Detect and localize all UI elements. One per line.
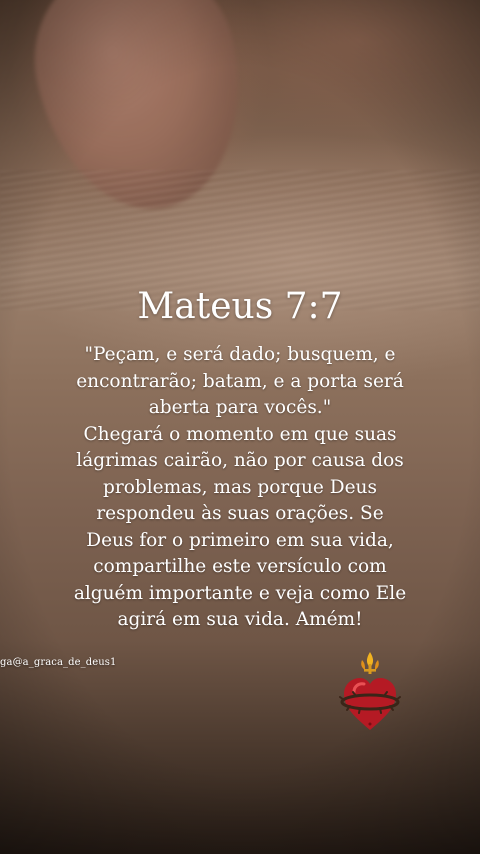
verse-body: "Peçam, e será dado; busquem, e encontra… — [70, 342, 410, 634]
verse-message: Chegará o momento em que suas lágrimas c… — [73, 423, 407, 631]
verse-title: Mateus 7:7 — [137, 286, 343, 327]
verse-quote: "Peçam, e será dado; busquem, e encontra… — [76, 344, 404, 418]
sacred-heart-icon — [334, 650, 406, 734]
author-handle: ga@a_graca_de_deus1 — [0, 657, 117, 668]
